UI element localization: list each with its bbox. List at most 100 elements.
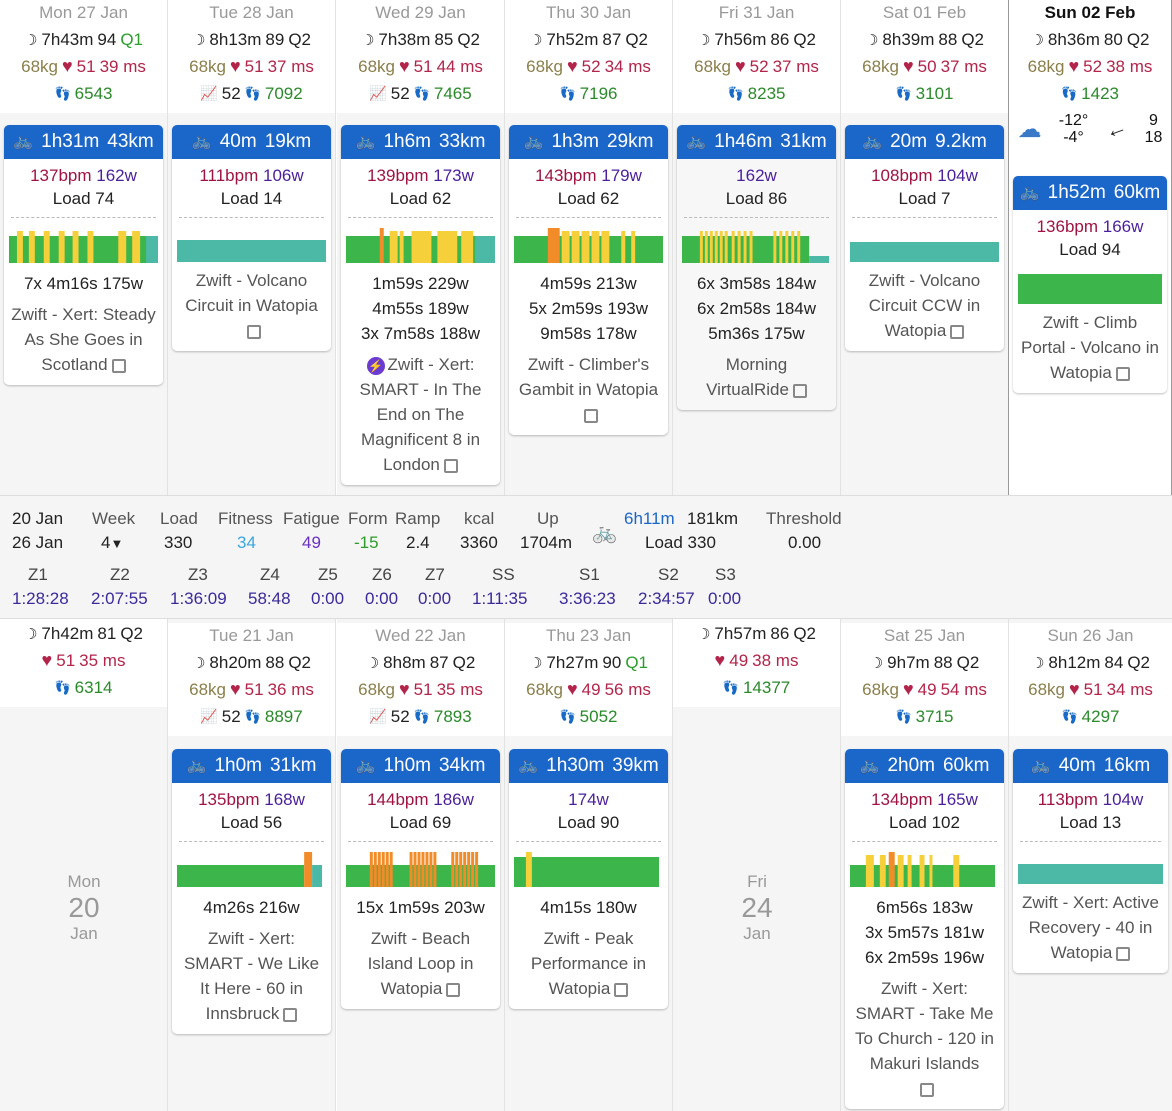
distance: 31km bbox=[780, 131, 827, 152]
map-icon[interactable] bbox=[792, 383, 807, 398]
moon-icon: ☽ bbox=[528, 654, 543, 672]
interval-line: 6x 3m58s 184w bbox=[696, 274, 817, 293]
sleep-quality: Q2 bbox=[452, 652, 476, 672]
map-icon[interactable] bbox=[446, 982, 461, 997]
map-icon[interactable] bbox=[246, 324, 261, 339]
day-title[interactable]: Tue 28 Jan bbox=[168, 0, 335, 26]
big-date-day: 20 bbox=[68, 892, 100, 923]
activity-name[interactable]: Zwift - Xert: SMART - Take Me To Church … bbox=[845, 970, 1004, 1109]
activity-card[interactable]: 🚲 1h0m 31km 135bpm 168w Load 56 4m26s 216w… bbox=[172, 749, 331, 1034]
sleep-row: ☽ 7h27m 90 Q1 bbox=[505, 649, 672, 676]
activity-name[interactable]: Zwift - Volcano Circuit in Watopia bbox=[172, 262, 331, 351]
duration: 1h0m bbox=[383, 755, 431, 776]
power-zone-chart bbox=[850, 852, 999, 887]
activity-name[interactable]: Morning VirtualRide bbox=[677, 346, 836, 410]
activity-name-text: Zwift - Volcano Circuit in Watopia bbox=[185, 271, 318, 315]
map-icon[interactable] bbox=[283, 1007, 298, 1022]
map-icon[interactable] bbox=[1116, 946, 1131, 961]
day-title[interactable]: Wed 22 Jan bbox=[337, 623, 504, 649]
map-icon[interactable] bbox=[583, 408, 598, 423]
day-sun-02-feb: Sun 02 Feb ☽ 8h36m 80 Q2 68kg ♥ 52 38 ms 👣 1423… bbox=[1008, 0, 1172, 495]
activity-card[interactable]: 🚲 40m 16km 113bpm 104w Load 13 Zwift - Xer… bbox=[1013, 749, 1168, 973]
week-number-dropdown[interactable]: 4▼ bbox=[101, 533, 123, 553]
training-load: Load 13 bbox=[1059, 813, 1122, 832]
distance: 39km bbox=[612, 755, 659, 776]
activity-card[interactable]: 🚲 40m 19km 111bpm 106w Load 14 Zwift - Vol… bbox=[172, 125, 331, 351]
activity-name[interactable]: Zwift - Peak Performance in Watopia bbox=[509, 920, 668, 1009]
activity-card[interactable]: 🚲 20m 9.2km 108bpm 104w Load 7 Zwift - Vol… bbox=[845, 125, 1004, 351]
big-date: Fri 24 Jan bbox=[673, 872, 841, 944]
day-tue-21-jan: Tue 21 Jan ☽ 8h20m 88 Q2 68kg ♥ 51 36 ms 📈 52 👣 8… bbox=[168, 619, 336, 1111]
day-title[interactable]: Mon 27 Jan bbox=[0, 0, 167, 26]
activity-header: 🚲 2h0m 60km bbox=[845, 749, 1004, 783]
weight: 68kg bbox=[694, 56, 731, 76]
divider bbox=[1020, 841, 1161, 842]
resting-hr: 50 bbox=[917, 56, 937, 76]
duration: 40m bbox=[1058, 755, 1096, 776]
day-title[interactable]: Sat 01 Feb bbox=[841, 0, 1008, 26]
activity-name[interactable]: Zwift - Climber's Gambit in Watopia bbox=[509, 346, 668, 435]
day-title[interactable]: Sat 25 Jan bbox=[841, 623, 1008, 649]
steps-count: 5052 bbox=[579, 706, 618, 726]
day-title[interactable]: Wed 29 Jan bbox=[337, 0, 504, 26]
zone-label: Z3 bbox=[188, 565, 208, 584]
activity-name[interactable]: Zwift - Xert: Steady As She Goes in Scot… bbox=[4, 296, 163, 385]
activity-name[interactable]: Zwift - Climb Portal - Volcano in Watopi… bbox=[1013, 304, 1167, 393]
activity-name[interactable]: Zwift - Xert: SMART - We Like It Here - … bbox=[172, 920, 331, 1034]
activity-card[interactable]: 🚲 1h52m 60km 136bpm 166w Load 94 Zwift - C… bbox=[1013, 176, 1167, 393]
map-icon[interactable] bbox=[1115, 366, 1130, 381]
day-title[interactable]: Thu 23 Jan bbox=[505, 623, 672, 649]
activity-name[interactable]: Zwift - Volcano Circuit CCW in Watopia bbox=[845, 262, 1004, 351]
day-wed-22-jan: Wed 22 Jan ☽ 8h8m 87 Q2 68kg ♥ 51 35 ms 📈 52 👣 78… bbox=[337, 619, 505, 1111]
activity-name[interactable]: Zwift - Beach Island Loop in Watopia bbox=[341, 920, 500, 1009]
interval-line: 4m15s 180w bbox=[540, 898, 637, 917]
steps-count: 14377 bbox=[742, 677, 791, 697]
ride-time: 6h11m bbox=[624, 509, 675, 528]
interval-line: 4m59s 213w bbox=[540, 274, 637, 293]
zone-label: S2 bbox=[658, 565, 679, 584]
big-date-weekday: Fri bbox=[747, 872, 767, 891]
avg-power: 104w bbox=[937, 166, 978, 185]
sleep-score: 81 bbox=[97, 623, 117, 643]
sleep-score: 87 bbox=[602, 29, 622, 49]
vitals-row: 68kg ♥ 51 35 ms bbox=[337, 676, 504, 703]
activity-name-text: Zwift - Xert: Steady As She Goes in Scot… bbox=[11, 305, 156, 374]
bicycle-icon: 🚲 bbox=[186, 757, 207, 774]
sleep-duration: 8h13m bbox=[209, 29, 262, 49]
ecg-icon: 📈 bbox=[369, 85, 387, 101]
power-zone-chart bbox=[9, 228, 158, 263]
elevation-label: Up bbox=[537, 509, 559, 528]
map-icon[interactable] bbox=[614, 982, 629, 997]
heart-icon: ♥ bbox=[229, 56, 241, 76]
activity-card[interactable]: 🚲 2h0m 60km 134bpm 165w Load 102 6m56s 183… bbox=[845, 749, 1004, 1109]
day-title[interactable]: Sun 26 Jan bbox=[1009, 623, 1172, 649]
activity-name[interactable]: ⚡ Zwift - Xert: SMART - In The End on The… bbox=[341, 346, 500, 485]
steps-count: 8235 bbox=[747, 83, 786, 103]
activity-card[interactable]: 🚲 1h31m 43km 137bpm 162w Load 74 7x 4m16s … bbox=[4, 125, 163, 385]
activity-card[interactable]: 🚲 1h0m 34km 144bpm 186w Load 69 15x 1m59s … bbox=[341, 749, 500, 1009]
activity-name-text: Zwift - Climb Portal - Volcano in Watopi… bbox=[1021, 313, 1159, 382]
day-title[interactable]: Tue 21 Jan bbox=[168, 623, 335, 649]
map-icon[interactable] bbox=[919, 1082, 934, 1097]
vitals-row: ♥ 49 38 ms bbox=[673, 647, 840, 674]
ride-distance: 181km bbox=[687, 509, 739, 528]
activity-card[interactable]: 🚲 1h46m 31km 162w Load 86 6x 3m58s 184w 6x … bbox=[677, 125, 836, 410]
activity-name[interactable]: Zwift - Xert: Active Recovery - 40 in Wa… bbox=[1013, 884, 1168, 973]
weight: 68kg bbox=[526, 679, 563, 699]
interval-summary: 7x 4m16s 175w bbox=[4, 271, 163, 296]
weight: 68kg bbox=[358, 56, 395, 76]
map-icon[interactable] bbox=[443, 458, 458, 473]
activity-card[interactable]: 🚲 1h3m 29km 143bpm 179w Load 62 4m59s 213w… bbox=[509, 125, 668, 435]
day-title[interactable]: Sun 02 Feb bbox=[1009, 0, 1171, 26]
activity-card[interactable]: 🚲 1h6m 33km 139bpm 173w Load 62 1m59s 229w… bbox=[341, 125, 500, 485]
steps-row: 👣 6314 bbox=[0, 674, 167, 701]
day-title[interactable]: Thu 30 Jan bbox=[505, 0, 672, 26]
map-icon[interactable] bbox=[950, 324, 965, 339]
activity-card[interactable]: 🚲 1h30m 39km 174w Load 90 4m15s 180w Zwift… bbox=[509, 749, 668, 1009]
week-summary: 20 Jan 26 Jan Week 4▼ Load 330 Fitness 3… bbox=[0, 495, 1172, 619]
hrv: 37 ms bbox=[940, 56, 987, 76]
day-title[interactable]: Fri 31 Jan bbox=[673, 0, 840, 26]
heart-icon: ♥ bbox=[398, 56, 410, 76]
steps-count: 3101 bbox=[915, 83, 954, 103]
map-icon[interactable] bbox=[111, 358, 126, 373]
